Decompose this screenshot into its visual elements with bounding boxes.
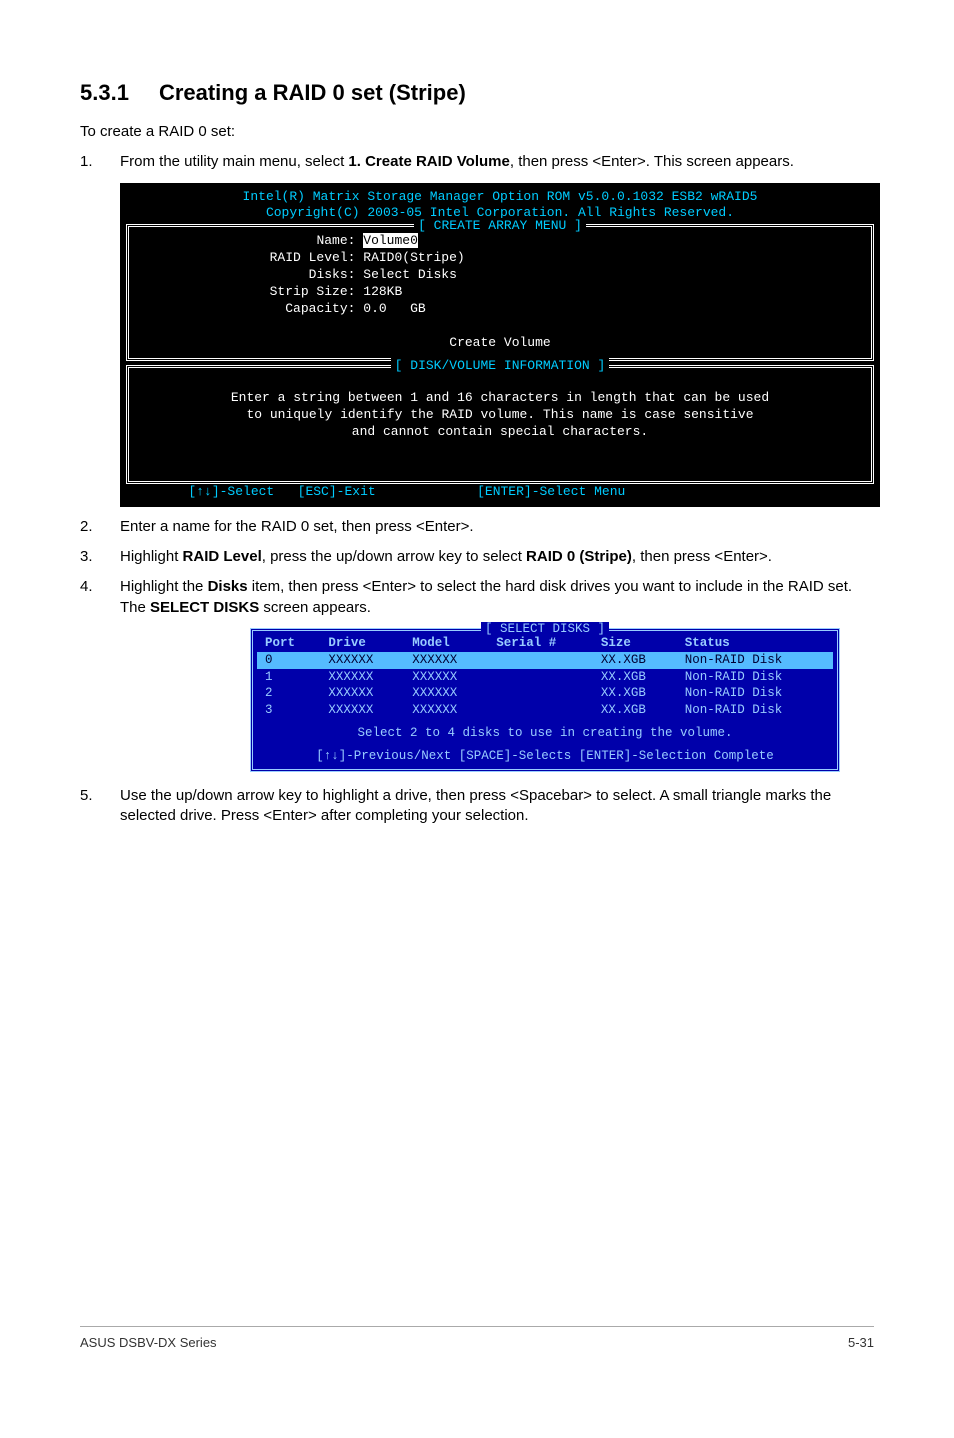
cell-size: XX.XGB (593, 669, 677, 686)
step-number: 3. (80, 547, 120, 567)
disk-volume-info-box: [ DISK/VOLUME INFORMATION ] Enter a stri… (126, 365, 874, 484)
cell-serial (488, 652, 593, 669)
bios-select-disks-screen: [ SELECT DISKS ] Port Drive Model Serial… (250, 628, 840, 772)
field-capacity: Capacity: 0.0 GB (137, 301, 863, 318)
cell-port: 0 (257, 652, 320, 669)
bold-term: RAID Level (183, 548, 262, 565)
bios-header-line1: Intel(R) Matrix Storage Manager Option R… (126, 189, 874, 206)
cell-port: 1 (257, 669, 320, 686)
cell-model: XXXXXX (404, 669, 488, 686)
info-text-line: to uniquely identify the RAID volume. Th… (137, 407, 863, 424)
step-number: 1. (80, 152, 120, 172)
cell-drive: XXXXXX (320, 652, 404, 669)
cell-status: Non-RAID Disk (677, 685, 833, 702)
table-row: 0 XXXXXX XXXXXX XX.XGB Non-RAID Disk (257, 652, 833, 669)
select-disks-nav: [↑↓]-Previous/Next [SPACE]-Selects [ENTE… (257, 748, 833, 765)
field-disks: Disks: Select Disks (137, 267, 863, 284)
footer-product: ASUS DSBV-DX Series (80, 1335, 217, 1350)
field-label: Capacity: (285, 301, 355, 316)
nav-hint: [ENTER]-Select Menu (477, 484, 625, 499)
select-disks-title: [ SELECT DISKS ] (481, 622, 609, 636)
field-value: Select Disks (363, 267, 457, 282)
table-row: 1 XXXXXX XXXXXX XX.XGB Non-RAID Disk (257, 669, 833, 686)
nav-hint: [↑↓]-Select (188, 484, 274, 499)
cell-serial (488, 702, 593, 719)
cell-serial (488, 685, 593, 702)
text-fragment: Highlight the (120, 578, 208, 595)
text-fragment: From the utility main menu, select (120, 153, 348, 170)
step-text: Use the up/down arrow key to highlight a… (120, 786, 874, 827)
intro-text: To create a RAID 0 set: (80, 122, 874, 142)
cell-status: Non-RAID Disk (677, 669, 833, 686)
field-label: RAID Level: (270, 250, 356, 265)
cell-status: Non-RAID Disk (677, 702, 833, 719)
bold-term: SELECT DISKS (150, 599, 259, 616)
cell-size: XX.XGB (593, 652, 677, 669)
cell-drive: XXXXXX (320, 685, 404, 702)
page-footer: ASUS DSBV-DX Series 5-31 (80, 1326, 874, 1350)
bold-term: Disks (208, 578, 248, 595)
bios-create-array-screen: Intel(R) Matrix Storage Manager Option R… (120, 183, 880, 507)
field-value: RAID0(Stripe) (363, 250, 464, 265)
step-text: From the utility main menu, select 1. Cr… (120, 152, 874, 172)
section-heading: 5.3.1 Creating a RAID 0 set (Stripe) (80, 80, 874, 106)
field-value: 0.0 GB (363, 301, 425, 316)
cell-model: XXXXXX (404, 702, 488, 719)
step-text: Highlight the Disks item, then press <En… (120, 577, 874, 618)
info-text-line: and cannot contain special characters. (137, 424, 863, 441)
cell-size: XX.XGB (593, 702, 677, 719)
step-number: 2. (80, 517, 120, 537)
cell-drive: XXXXXX (320, 702, 404, 719)
footer-page-number: 5-31 (848, 1335, 874, 1350)
nav-hint: [ESC]-Exit (298, 484, 376, 499)
field-raid-level: RAID Level: RAID0(Stripe) (137, 250, 863, 267)
text-fragment: , then press <Enter>. This screen appear… (510, 153, 794, 170)
create-array-menu-box: [ CREATE ARRAY MENU ] Name: Volume0 RAID… (126, 224, 874, 360)
section-number: 5.3.1 (80, 80, 129, 106)
step-number: 4. (80, 577, 120, 618)
bold-term: RAID 0 (Stripe) (526, 548, 632, 565)
section-title-text: Creating a RAID 0 set (Stripe) (159, 80, 466, 105)
bold-term: 1. Create RAID Volume (348, 153, 509, 170)
cell-serial (488, 669, 593, 686)
step-text: Highlight RAID Level, press the up/down … (120, 547, 874, 567)
cell-drive: XXXXXX (320, 669, 404, 686)
cell-port: 3 (257, 702, 320, 719)
bios-nav-bar: [↑↓]-Select [ESC]-Exit [ENTER]-Select Me… (126, 484, 874, 501)
text-fragment: , then press <Enter>. (632, 548, 772, 565)
table-row: 2 XXXXXX XXXXXX XX.XGB Non-RAID Disk (257, 685, 833, 702)
field-label: Disks: (309, 267, 356, 282)
cell-port: 2 (257, 685, 320, 702)
info-text-line: Enter a string between 1 and 16 characte… (137, 390, 863, 407)
cell-model: XXXXXX (404, 652, 488, 669)
text-fragment: , press the up/down arrow key to select (262, 548, 526, 565)
text-fragment: Highlight (120, 548, 183, 565)
field-strip-size: Strip Size: 128KB (137, 284, 863, 301)
field-value-highlighted: Volume0 (363, 233, 418, 248)
create-volume-action: Create Volume (137, 335, 863, 352)
bios-header-line2: Copyright(C) 2003-05 Intel Corporation. … (126, 205, 874, 222)
disk-volume-info-title: [ DISK/VOLUME INFORMATION ] (391, 358, 610, 373)
step-text: Enter a name for the RAID 0 set, then pr… (120, 517, 874, 537)
field-name: Name: Volume0 (137, 233, 863, 250)
step-number: 5. (80, 786, 120, 827)
field-value: 128KB (363, 284, 402, 299)
field-label: Strip Size: (270, 284, 356, 299)
cell-status: Non-RAID Disk (677, 652, 833, 669)
cell-model: XXXXXX (404, 685, 488, 702)
cell-size: XX.XGB (593, 685, 677, 702)
select-disks-table: Port Drive Model Serial # Size Status 0 … (257, 635, 833, 719)
text-fragment: screen appears. (259, 599, 371, 616)
select-disks-hint: Select 2 to 4 disks to use in creating t… (257, 725, 833, 742)
field-label: Name: (316, 233, 355, 248)
table-row: 3 XXXXXX XXXXXX XX.XGB Non-RAID Disk (257, 702, 833, 719)
